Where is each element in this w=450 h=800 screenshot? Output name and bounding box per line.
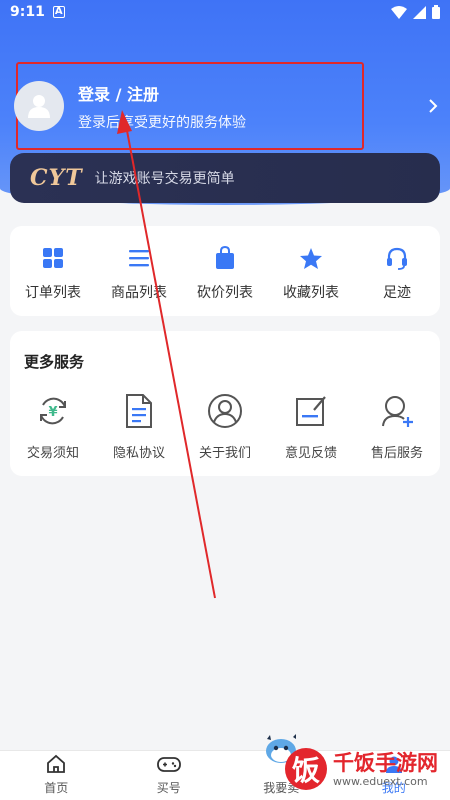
service-feedback[interactable]: 意见反馈 — [268, 393, 354, 461]
menu-item-orders[interactable]: 订单列表 — [10, 226, 96, 316]
menu-item-footprint[interactable]: 足迹 — [354, 226, 440, 316]
section-title: 更多服务 — [24, 353, 85, 371]
service-trade-notice[interactable]: ¥ 交易须知 — [10, 393, 96, 461]
star-icon — [299, 246, 323, 270]
signal-icon — [413, 5, 426, 19]
watermark-logo: 饭 — [285, 748, 327, 790]
quick-menu: 订单列表 商品列表 砍价列表 收藏列表 足迹 — [10, 226, 440, 316]
banner-logo: CYT — [30, 165, 83, 191]
support-icon — [379, 393, 415, 429]
service-label: 隐私协议 — [112, 446, 165, 461]
service-privacy[interactable]: 隐私协议 — [96, 393, 182, 461]
wifi-icon — [391, 5, 407, 19]
promo-banner[interactable]: CYT 让游戏账号交易更简单 — [10, 153, 440, 203]
login-register-entry[interactable]: 登录 / 注册 登录后享受更好的服务体验 — [14, 62, 364, 150]
menu-item-bargain[interactable]: 砍价列表 — [182, 226, 268, 316]
service-about[interactable]: 关于我们 — [182, 393, 268, 461]
avatar — [14, 81, 64, 131]
tab-label: 首页 — [44, 781, 69, 795]
feedback-icon — [294, 393, 328, 429]
user-circle-icon — [207, 393, 243, 429]
tab-buy[interactable]: 买号 — [113, 751, 226, 800]
battery-icon — [432, 5, 440, 19]
home-icon — [46, 753, 66, 775]
more-services-card: 更多服务 ¥ 交易须知 隐私协议 关于我们 意见反馈 售后服务 — [10, 331, 440, 476]
service-label: 关于我们 — [198, 446, 251, 461]
gamepad-icon — [156, 753, 181, 775]
headset-icon — [385, 246, 409, 270]
service-label: 交易须知 — [26, 446, 79, 461]
watermark-url: www.eduext.com — [333, 774, 428, 788]
watermark-name: 千饭手游网 — [333, 750, 438, 775]
login-title: 登录 / 注册 — [78, 84, 159, 104]
menu-item-products[interactable]: 商品列表 — [96, 226, 182, 316]
bag-icon — [215, 246, 235, 270]
tab-home[interactable]: 首页 — [0, 751, 113, 800]
menu-item-label: 商品列表 — [111, 285, 167, 301]
status-bar: 9:11 A — [0, 0, 450, 24]
banner-slogan: 让游戏账号交易更简单 — [94, 171, 235, 187]
document-icon — [124, 393, 154, 429]
tab-label: 买号 — [156, 781, 181, 795]
menu-item-label: 收藏列表 — [283, 285, 339, 301]
menu-item-label: 足迹 — [383, 285, 411, 301]
login-subtitle: 登录后享受更好的服务体验 — [78, 114, 246, 131]
chevron-right-icon[interactable] — [428, 98, 438, 114]
default-user-icon — [28, 95, 50, 118]
status-time: 9:11 — [10, 4, 45, 20]
service-after-sales[interactable]: 售后服务 — [354, 393, 440, 461]
grid-icon — [42, 246, 64, 270]
yuan-cycle-icon: ¥ — [35, 393, 71, 429]
menu-item-label: 订单列表 — [25, 285, 81, 301]
menu-item-label: 砍价列表 — [197, 285, 253, 301]
service-label: 售后服务 — [370, 446, 423, 461]
service-label: 意见反馈 — [284, 446, 337, 461]
svg-text:¥: ¥ — [48, 405, 57, 420]
site-watermark: 饭 千饭手游网 www.eduext.com — [285, 748, 438, 790]
notification-icon: A — [52, 6, 65, 18]
list-icon — [128, 246, 150, 270]
menu-item-favorites[interactable]: 收藏列表 — [268, 226, 354, 316]
